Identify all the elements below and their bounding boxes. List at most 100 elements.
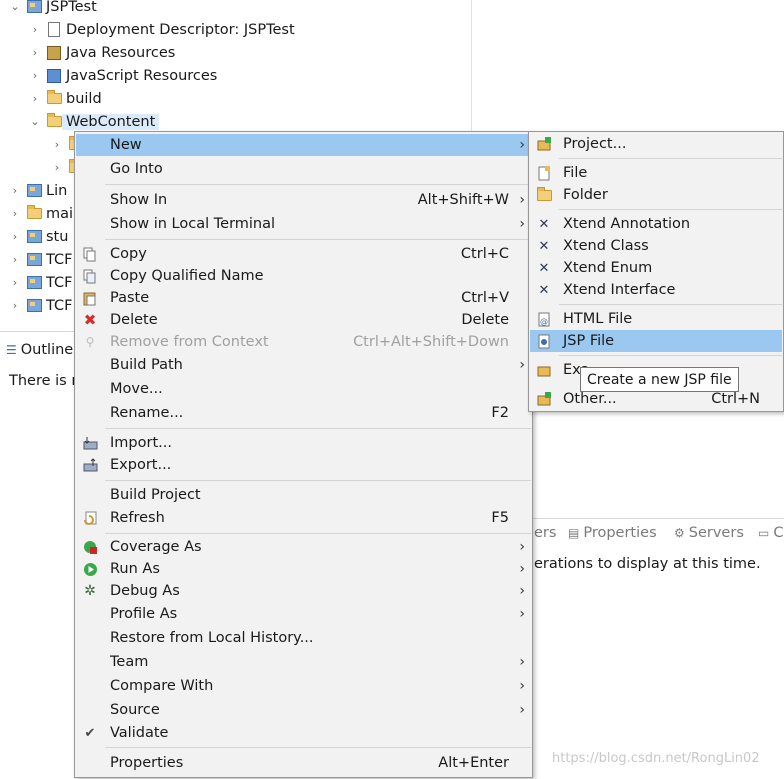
menu-item-new-folder[interactable]: Folder [530, 184, 782, 206]
xtend-icon: ✕ [538, 260, 550, 276]
chevron-right-icon[interactable]: › [8, 299, 22, 312]
menu-item-build-project[interactable]: Build Project [76, 484, 531, 506]
chevron-right-icon: › [519, 606, 525, 622]
servers-icon: ⚙ [674, 526, 685, 540]
tree-item-label: stu [46, 228, 69, 245]
chevron-right-icon: › [519, 192, 525, 208]
tree-item-build[interactable]: › build [28, 87, 102, 110]
javascript-resources-icon [46, 68, 62, 84]
menu-item-label: Properties [110, 755, 184, 771]
chevron-right-icon[interactable]: › [50, 138, 64, 151]
chevron-right-icon[interactable]: › [50, 161, 64, 174]
chevron-right-icon[interactable]: › [8, 184, 22, 197]
menu-item-coverage-as[interactable]: Coverage As › [76, 536, 531, 558]
menu-item-remove-from-context: ⚲ Remove from Context Ctrl+Alt+Shift+Dow… [76, 331, 531, 353]
menu-item-move[interactable]: Move... [76, 378, 531, 400]
chevron-down-icon[interactable]: ⌄ [28, 115, 42, 128]
menu-item-compare-with[interactable]: Compare With › [76, 675, 531, 697]
menu-item-run-as[interactable]: Run As › [76, 558, 531, 580]
console-icon: ▭ [758, 526, 770, 540]
html-file-icon: @ [536, 311, 552, 327]
copy-qualified-icon [82, 268, 98, 284]
outline-tab[interactable]: ☰ Outline [6, 342, 73, 358]
tree-item-jsptest[interactable]: ⌄ JSPTest [8, 0, 97, 18]
menu-item-show-in[interactable]: Show In Alt+Shift+W › [76, 189, 531, 211]
tab-properties[interactable]: ▤ Properties [568, 525, 657, 541]
project-icon [26, 298, 42, 314]
menu-item-new-file[interactable]: File [530, 162, 782, 184]
tree-item-project[interactable]: › TCF [8, 271, 73, 294]
bug-icon: ✲ [84, 583, 96, 599]
menu-item-delete[interactable]: ✖ Delete Delete [76, 309, 531, 331]
menu-item-xtend-interface[interactable]: ✕ Xtend Interface [530, 279, 782, 301]
panel-message: erations to display at this time. [534, 556, 761, 572]
menu-item-show-in-terminal[interactable]: Show in Local Terminal › [76, 213, 531, 235]
menu-item-paste[interactable]: Paste Ctrl+V [76, 287, 531, 309]
chevron-down-icon[interactable]: ⌄ [8, 0, 22, 13]
new-other-icon [536, 391, 552, 407]
tree-item-java-resources[interactable]: › Java Resources [28, 41, 176, 64]
chevron-right-icon[interactable]: › [8, 230, 22, 243]
menu-item-rename[interactable]: Rename... F2 [76, 402, 531, 424]
chevron-right-icon[interactable]: › [8, 207, 22, 220]
menu-item-export[interactable]: Export... [76, 454, 531, 476]
copy-icon [82, 246, 98, 262]
menu-item-html-file[interactable]: @ HTML File [530, 308, 782, 330]
menu-item-label: Delete [110, 312, 158, 328]
chevron-right-icon: › [519, 678, 525, 694]
tree-item-project[interactable]: › Lin [8, 179, 68, 202]
chevron-right-icon[interactable]: › [8, 276, 22, 289]
menu-item-build-path[interactable]: Build Path › [76, 354, 531, 376]
outline-tab-label: Outline [20, 342, 74, 358]
menu-item-validate[interactable]: ✔ Validate [76, 722, 531, 744]
menu-item-label: JSP File [563, 333, 615, 349]
chevron-right-icon[interactable]: › [28, 46, 42, 59]
tab-markers[interactable]: ers [534, 525, 556, 541]
menu-item-new-project[interactable]: Project... [530, 133, 782, 155]
menu-item-xtend-class[interactable]: ✕ Xtend Class [530, 235, 782, 257]
project-icon [26, 0, 42, 15]
tree-item-project[interactable]: › mai [8, 202, 73, 225]
chevron-right-icon[interactable]: › [8, 253, 22, 266]
tab-servers[interactable]: ⚙ Servers [674, 525, 744, 541]
menu-item-import[interactable]: Import... [76, 432, 531, 454]
chevron-right-icon[interactable]: › [28, 69, 42, 82]
menu-item-go-into[interactable]: Go Into [76, 158, 531, 180]
tree-item-project[interactable]: › stu [8, 225, 69, 248]
tree-item-javascript-resources[interactable]: › JavaScript Resources [28, 64, 218, 87]
menu-item-label: New [110, 137, 142, 153]
tab-console[interactable]: ▭ C [758, 525, 783, 541]
menu-item-restore-local-history[interactable]: Restore from Local History... [76, 627, 531, 649]
menu-item-team[interactable]: Team › [76, 651, 531, 673]
menu-item-new[interactable]: New › [76, 134, 531, 156]
menu-item-source[interactable]: Source › [76, 699, 531, 721]
tree-item-webcontent[interactable]: ⌄ WebContent [28, 110, 160, 133]
menu-item-properties[interactable]: Properties Alt+Enter [76, 752, 531, 774]
menu-item-profile-as[interactable]: Profile As › [76, 603, 531, 625]
jsp-file-icon [536, 333, 552, 349]
menu-item-debug-as[interactable]: ✲ Debug As › [76, 580, 531, 602]
menu-item-xtend-annotation[interactable]: ✕ Xtend Annotation [530, 213, 782, 235]
menu-separator [559, 355, 782, 356]
tree-item-project[interactable]: › TCF [8, 294, 73, 317]
tree-item-project[interactable]: › TCF [8, 248, 73, 271]
menu-item-copy[interactable]: Copy Ctrl+C [76, 243, 531, 265]
menu-item-copy-qualified-name[interactable]: Copy Qualified Name [76, 265, 531, 287]
tree-item-deployment-descriptor[interactable]: › Deployment Descriptor: JSPTest [28, 18, 295, 41]
menu-item-label: Source [110, 702, 160, 718]
menu-item-label: Paste [110, 290, 150, 306]
menu-item-label: Build Project [110, 487, 201, 503]
menu-item-jsp-file[interactable]: JSP File [530, 330, 782, 352]
menu-item-label: Show In [110, 192, 168, 208]
menu-item-xtend-enum[interactable]: ✕ Xtend Enum [530, 257, 782, 279]
outline-icon: ☰ [6, 343, 17, 357]
run-icon [82, 561, 98, 577]
chevron-right-icon[interactable]: › [28, 23, 42, 36]
new-project-icon [536, 136, 552, 152]
chevron-right-icon[interactable]: › [28, 92, 42, 105]
menu-item-label: Profile As [110, 606, 178, 622]
menu-item-label: Restore from Local History... [110, 630, 314, 646]
menu-separator [559, 209, 782, 210]
outline-message: There is n [9, 373, 81, 389]
menu-item-refresh[interactable]: Refresh F5 [76, 507, 531, 529]
